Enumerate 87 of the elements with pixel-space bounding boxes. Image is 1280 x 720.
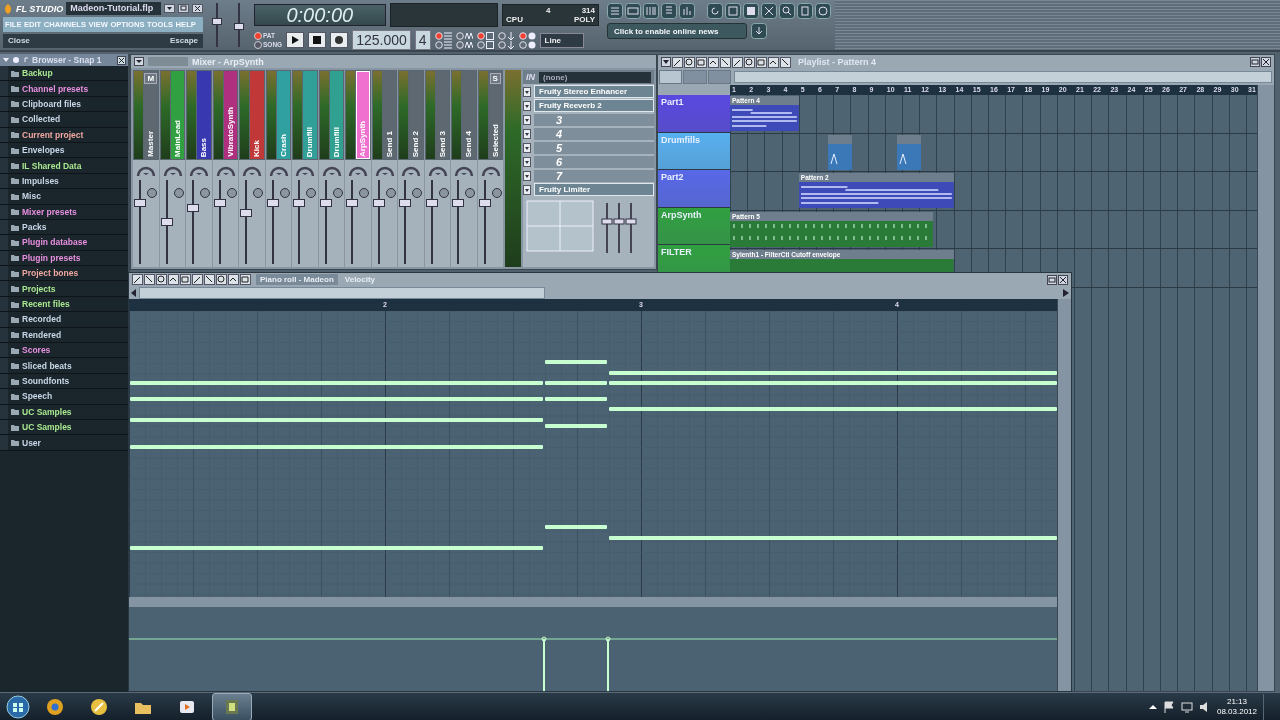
clock-time: 21:13 xyxy=(1226,696,1247,707)
track-header[interactable]: ArpSynth xyxy=(658,207,730,245)
browser-item[interactable]: Backup xyxy=(22,68,53,79)
track-strip[interactable]: S Selected xyxy=(488,71,502,159)
track-name: Crash xyxy=(278,134,288,157)
poly-label: POLY xyxy=(572,15,595,24)
effect-slot[interactable]: Fruity Reeverb 2 xyxy=(534,99,654,112)
mixer-title: Mixer - ArpSynth xyxy=(192,56,264,67)
snap-dropdown[interactable]: Line xyxy=(539,32,584,48)
browser-title: Browser - Snap 1 xyxy=(32,55,103,65)
browser-item[interactable]: Project bones xyxy=(22,268,79,279)
track-strip[interactable]: VibratoSynth xyxy=(223,71,237,159)
effect-slot[interactable]: Fruity Limiter xyxy=(534,183,654,196)
browser-item[interactable]: Plugin database xyxy=(22,237,88,248)
track-strip[interactable]: Crash xyxy=(276,71,290,159)
browser-item[interactable]: Mixer presets xyxy=(22,206,77,217)
track-strip[interactable]: Bass xyxy=(197,71,211,159)
browser-item[interactable]: Packs xyxy=(22,222,47,233)
clock-date: 08.03.2012 xyxy=(1216,706,1257,717)
track-strip[interactable]: Drumfill xyxy=(303,71,317,159)
track-strip[interactable]: M Master xyxy=(144,71,158,159)
track-tag[interactable]: M xyxy=(144,73,158,84)
slot-number[interactable]: 3 xyxy=(534,113,654,126)
browser-item[interactable]: Recent files xyxy=(22,299,70,310)
browser-item[interactable]: UC Samples xyxy=(22,422,72,433)
browser-item[interactable]: IL Shared Data xyxy=(22,160,82,171)
piano-roll-title[interactable]: Piano roll - Madeon xyxy=(256,274,338,285)
track-strip[interactable]: Kick xyxy=(250,71,264,159)
browser-item[interactable]: Rendered xyxy=(22,329,62,340)
browser-item[interactable]: Soundfonts xyxy=(22,376,70,386)
browser-item[interactable]: User xyxy=(22,437,41,448)
effect-slot[interactable]: Fruity Stereo Enhancer xyxy=(534,85,654,98)
track-name: Drumfill xyxy=(305,126,315,157)
track-strip[interactable]: MainLead xyxy=(170,71,184,159)
track-header[interactable]: Part1 xyxy=(658,95,730,133)
browser-item[interactable]: Plugin presets xyxy=(22,252,81,263)
browser-item[interactable]: Current project xyxy=(22,129,84,140)
browser-item[interactable]: UC Samples xyxy=(22,406,72,417)
project-name: Madeon-Tutorial.flp xyxy=(66,2,161,16)
track-name: Part1 xyxy=(661,97,684,107)
shortcut-text: Escape xyxy=(169,36,198,46)
input-dropdown[interactable]: (none) xyxy=(539,71,651,83)
hint-text: Close xyxy=(8,36,30,46)
track-name: Send 3 xyxy=(437,130,447,157)
browser-item[interactable]: Channel presets xyxy=(22,83,89,94)
track-header[interactable]: Part2 xyxy=(658,170,730,208)
news-field[interactable]: Click to enable online news xyxy=(607,23,747,39)
track-name: Selected xyxy=(490,124,500,157)
track-name: ArpSynth xyxy=(661,209,702,220)
browser-item[interactable]: Speech xyxy=(22,391,53,402)
browser-item[interactable]: Collected xyxy=(22,114,61,125)
cpu-value: 4 xyxy=(545,6,551,15)
slot-number[interactable]: 6 xyxy=(534,155,654,168)
track-name: Drumfill xyxy=(331,126,341,157)
track-name: ArpSynth xyxy=(358,121,368,157)
browser-item[interactable]: Recorded xyxy=(22,314,62,325)
browser-item[interactable]: Clipboard files xyxy=(22,98,82,109)
track-name: MainLead xyxy=(172,120,182,157)
browser-item[interactable]: Misc xyxy=(22,191,41,202)
tempo-display: 125.000 xyxy=(352,30,411,50)
track-name: Send 4 xyxy=(464,130,474,157)
track-name: Drumfills xyxy=(661,134,700,145)
track-name: Master xyxy=(146,131,156,157)
app-logo: FL STUDIO xyxy=(16,3,64,14)
track-name: Bass xyxy=(199,137,209,157)
cpu-label: CPU xyxy=(506,15,524,24)
browser-item[interactable]: Impulses xyxy=(22,175,59,186)
input-label: IN xyxy=(526,72,535,82)
track-name: Kick xyxy=(252,140,262,157)
track-name: Send 1 xyxy=(384,130,394,157)
track-name: FILTER xyxy=(661,247,692,257)
track-name: VibratoSynth xyxy=(225,107,235,157)
slot-number[interactable]: 5 xyxy=(534,141,654,154)
slot-number[interactable]: 7 xyxy=(534,169,654,182)
track-strip[interactable]: Drumfill xyxy=(329,71,343,159)
track-tag[interactable]: S xyxy=(489,73,501,84)
poly-value: 314 xyxy=(580,6,595,15)
slot-number[interactable]: 4 xyxy=(534,127,654,140)
browser-item[interactable]: Sliced beats xyxy=(22,360,72,371)
browser-item[interactable]: Scores xyxy=(22,345,51,356)
pattern-display: 4 xyxy=(414,30,431,50)
browser-item[interactable]: Envelopes xyxy=(22,145,65,156)
time-display: 0:00:00 xyxy=(254,4,386,26)
track-name: Send 2 xyxy=(411,130,421,157)
playlist-title: Playlist - Pattern 4 xyxy=(798,57,878,67)
track-name: Part2 xyxy=(661,172,684,182)
browser-item[interactable]: Projects xyxy=(22,283,56,294)
